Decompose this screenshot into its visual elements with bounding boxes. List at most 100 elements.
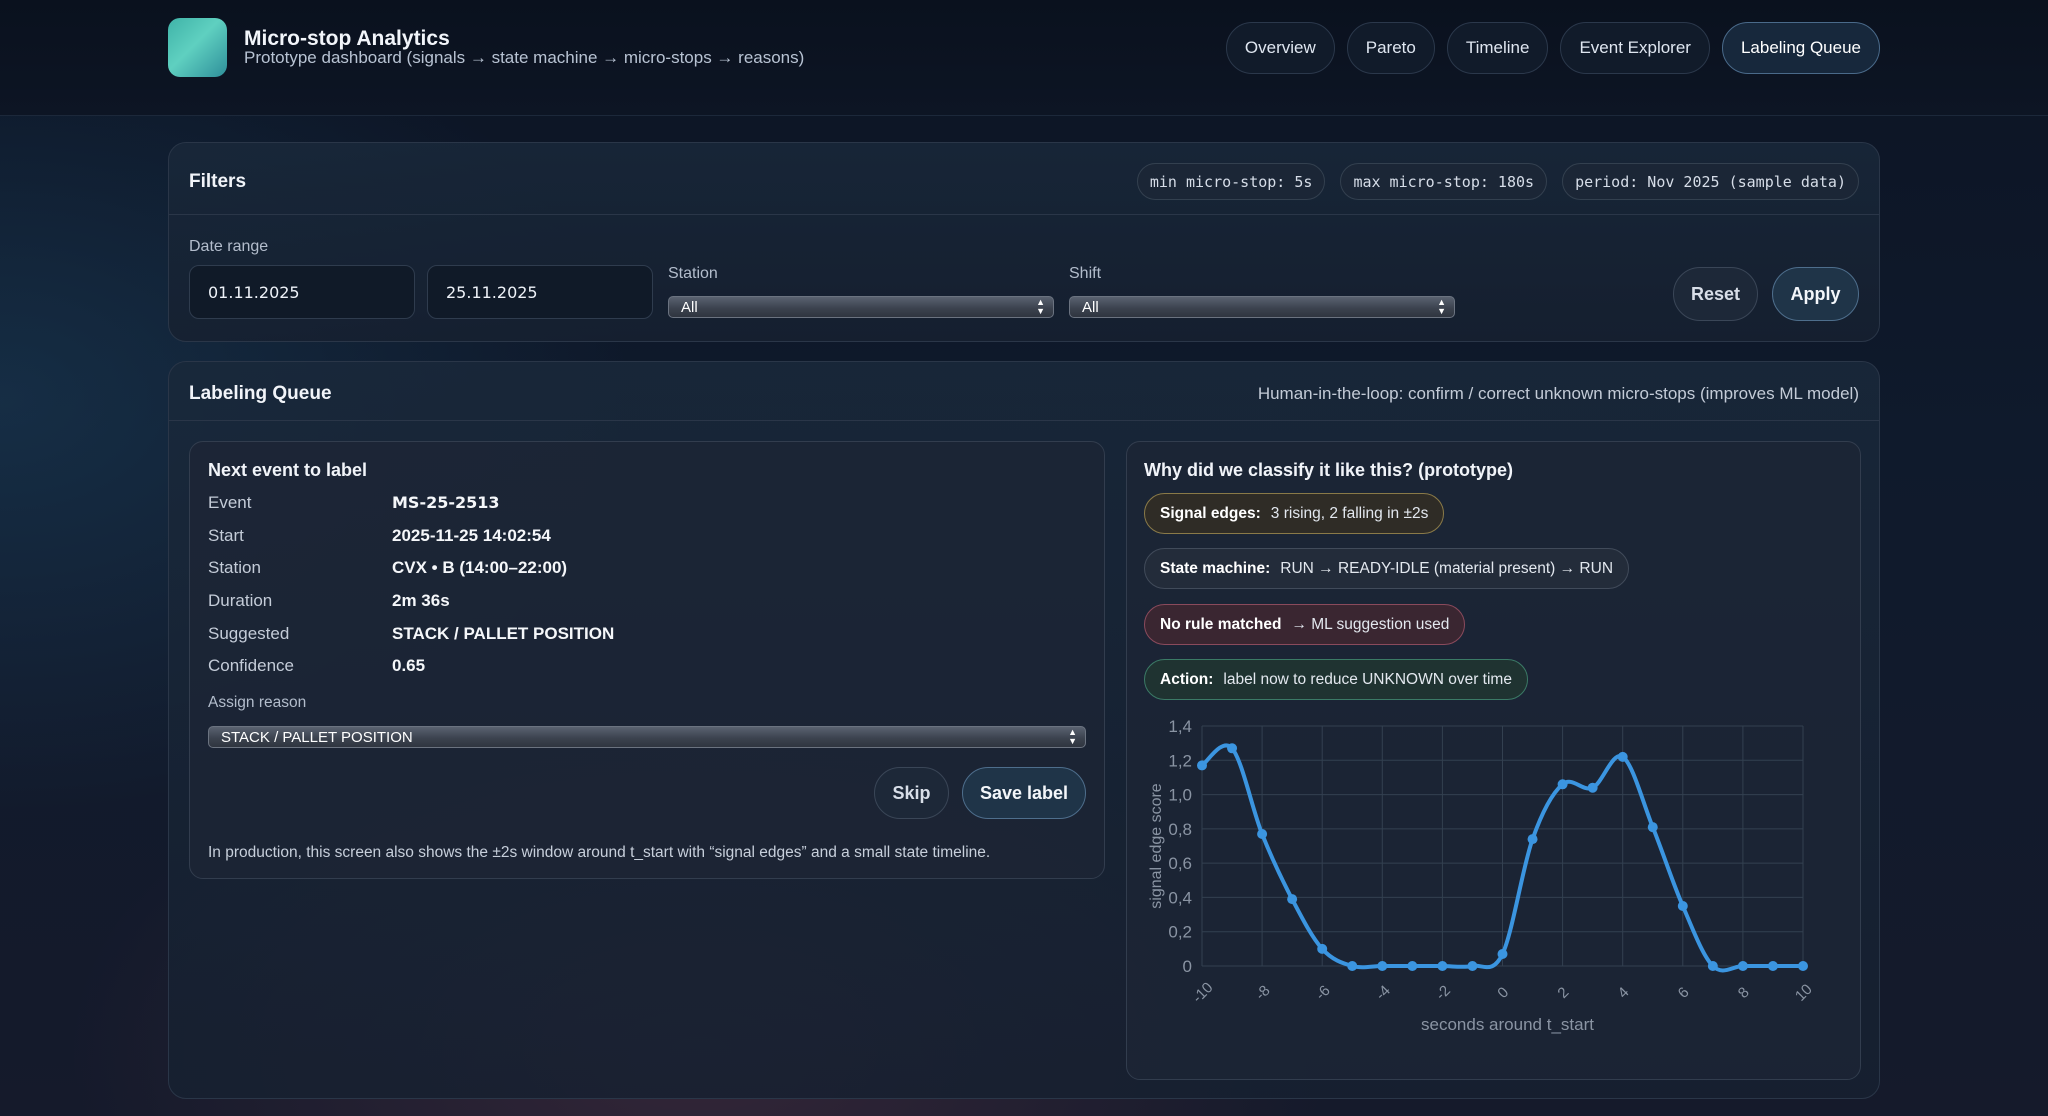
field-station-key: Station — [208, 558, 261, 577]
skip-button[interactable]: Skip — [874, 767, 949, 819]
filters-title: Filters — [189, 171, 247, 192]
x-tick-label: 10 — [1792, 981, 1816, 1005]
station-select-value: All — [681, 298, 698, 316]
why-classified-title: Why did we classify it like this? (proto… — [1144, 460, 1514, 480]
why-classified-card: Why did we classify it like this? (proto… — [1126, 441, 1861, 1080]
station-select[interactable]: All ▲ ▼ — [668, 296, 1054, 318]
pill-no-rule-label: No rule matched — [1160, 615, 1282, 633]
pill-action-text: label now to reduce UNKNOWN over time — [1223, 670, 1512, 688]
x-axis-label: seconds around t_start — [1421, 1015, 1594, 1034]
x-tick-label: 4 — [1615, 984, 1633, 1002]
x-tick-label: 2 — [1554, 984, 1572, 1002]
pill-signal-edges-text: 3 rising, 2 falling in ±2s — [1270, 504, 1429, 522]
data-point — [1407, 961, 1418, 971]
date-to-input[interactable]: 25.11.2025 — [427, 265, 653, 319]
next-event-title: Next event to label — [208, 460, 368, 480]
field-station-value: CVX • B (14:00–22:00) — [392, 558, 568, 577]
field-start-key: Start — [208, 526, 244, 545]
data-point — [1347, 961, 1358, 971]
x-tick-label: 6 — [1675, 984, 1693, 1002]
select-arrows-icon: ▲ ▼ — [1036, 297, 1045, 316]
data-point — [1257, 829, 1268, 839]
signal-edge-chart: 0 0,2 0,4 0,6 0,8 1,0 1,2 1,4 -10 -8 -6 -4 -2 0 2 4 6 8 10… — [1139, 712, 1819, 1042]
pill-state-machine-label: State machine: — [1160, 559, 1271, 577]
y-tick-label: 1,0 — [1168, 786, 1192, 805]
app-subtitle: Prototype dashboard (signals → state mac… — [244, 48, 805, 67]
labeling-queue-panel: Labeling Queue Human-in-the-loop: confir… — [168, 361, 1880, 1099]
data-point — [1557, 779, 1568, 790]
nav-pareto[interactable]: Pareto — [1346, 22, 1435, 74]
production-note: In production, this screen also shows th… — [208, 844, 991, 861]
main-nav: Overview Pareto Timeline Event Explorer … — [1225, 22, 1880, 74]
labeling-queue-title: Labeling Queue — [189, 383, 332, 404]
pill-state-machine-text: RUN → READY-IDLE (material present) → RU… — [1280, 559, 1614, 577]
app-header: Micro-stop Analytics Prototype dashboard… — [0, 0, 2048, 116]
y-tick-label: 0,4 — [1168, 888, 1192, 907]
x-tick-label: -2 — [1432, 982, 1453, 1003]
x-tick-label: -6 — [1312, 982, 1333, 1003]
filter-chips: min micro-stop: 5s max micro-stop: 180s … — [1136, 163, 1859, 200]
data-point — [1377, 961, 1388, 971]
data-point — [1767, 961, 1778, 971]
field-event-key: Event — [208, 493, 252, 512]
nav-labeling-queue[interactable]: Labeling Queue — [1721, 22, 1880, 74]
data-point — [1287, 894, 1298, 905]
y-tick-label: 0,6 — [1168, 854, 1192, 873]
date-from-input[interactable]: 01.11.2025 — [189, 265, 415, 319]
save-label-button[interactable]: Save label — [962, 767, 1086, 819]
data-point — [1798, 961, 1808, 971]
pill-action: Action: label now to reduce UNKNOWN over… — [1144, 659, 1528, 700]
filters-header: Filters min micro-stop: 5s max micro-sto… — [169, 143, 1879, 215]
y-tick-label: 1,4 — [1168, 717, 1192, 736]
data-point — [1317, 943, 1328, 954]
data-point — [1227, 743, 1238, 754]
pill-no-rule-text: → ML suggestion used — [1291, 615, 1450, 633]
date-range-label: Date range — [189, 238, 269, 255]
pill-state-machine: State machine: RUN → READY-IDLE (materia… — [1144, 548, 1630, 589]
shift-select[interactable]: All ▲ ▼ — [1069, 296, 1455, 318]
shift-select-value: All — [1082, 298, 1099, 316]
nav-event-explorer[interactable]: Event Explorer — [1560, 22, 1710, 74]
y-tick-label: 0 — [1183, 957, 1192, 976]
data-point — [1677, 901, 1688, 911]
labeling-queue-description: Human-in-the-loop: confirm / correct unk… — [1257, 384, 1859, 403]
assign-reason-value: STACK / PALLET POSITION — [221, 728, 413, 746]
assign-reason-select[interactable]: STACK / PALLET POSITION ▲ ▼ — [208, 726, 1086, 748]
station-label: Station — [668, 265, 718, 282]
nav-overview[interactable]: Overview — [1225, 22, 1335, 74]
data-point — [1737, 961, 1748, 971]
field-confidence-value: 0.65 — [392, 656, 426, 675]
x-tick-label: -10 — [1189, 979, 1216, 1006]
x-tick-label: -4 — [1372, 982, 1393, 1003]
select-arrows-icon: ▲ ▼ — [1068, 727, 1077, 746]
data-point — [1497, 949, 1508, 959]
chip-min-micro-stop: min micro-stop: 5s — [1136, 163, 1326, 200]
field-confidence-key: Confidence — [208, 656, 295, 675]
y-tick-label: 1,2 — [1168, 751, 1192, 770]
data-point — [1527, 834, 1538, 845]
x-tick-label: -8 — [1252, 982, 1273, 1003]
field-event-value: MS-25-2513 — [392, 493, 500, 512]
filters-panel: Filters min micro-stop: 5s max micro-sto… — [168, 142, 1880, 342]
data-point — [1587, 782, 1598, 793]
data-point — [1437, 961, 1448, 971]
reset-button[interactable]: Reset — [1673, 267, 1758, 321]
pill-signal-edges: Signal edges: 3 rising, 2 falling in ±2s — [1144, 493, 1445, 534]
apply-button[interactable]: Apply — [1772, 267, 1859, 321]
field-duration-key: Duration — [208, 591, 273, 610]
x-tick-label: 0 — [1494, 984, 1512, 1002]
data-point — [1197, 760, 1207, 771]
select-arrows-icon: ▲ ▼ — [1437, 297, 1446, 316]
y-axis-label: signal edge score — [1148, 783, 1165, 909]
y-tick-label: 0,8 — [1168, 820, 1192, 839]
field-suggested-value: STACK / PALLET POSITION — [392, 624, 615, 643]
nav-timeline[interactable]: Timeline — [1446, 22, 1549, 74]
data-point — [1617, 751, 1628, 762]
shift-label: Shift — [1069, 265, 1102, 282]
data-point — [1647, 822, 1658, 833]
chip-max-micro-stop: max micro-stop: 180s — [1340, 163, 1548, 200]
signal-edge-chart-svg: 0 0,2 0,4 0,6 0,8 1,0 1,2 1,4 -10 -8 -6 -4 -2 0 2 4 6 8 10… — [1148, 717, 1816, 1034]
pill-signal-edges-label: Signal edges: — [1160, 504, 1261, 522]
pill-no-rule-matched: No rule matched → ML suggestion used — [1144, 604, 1466, 645]
field-duration-value: 2m 36s — [392, 591, 450, 610]
